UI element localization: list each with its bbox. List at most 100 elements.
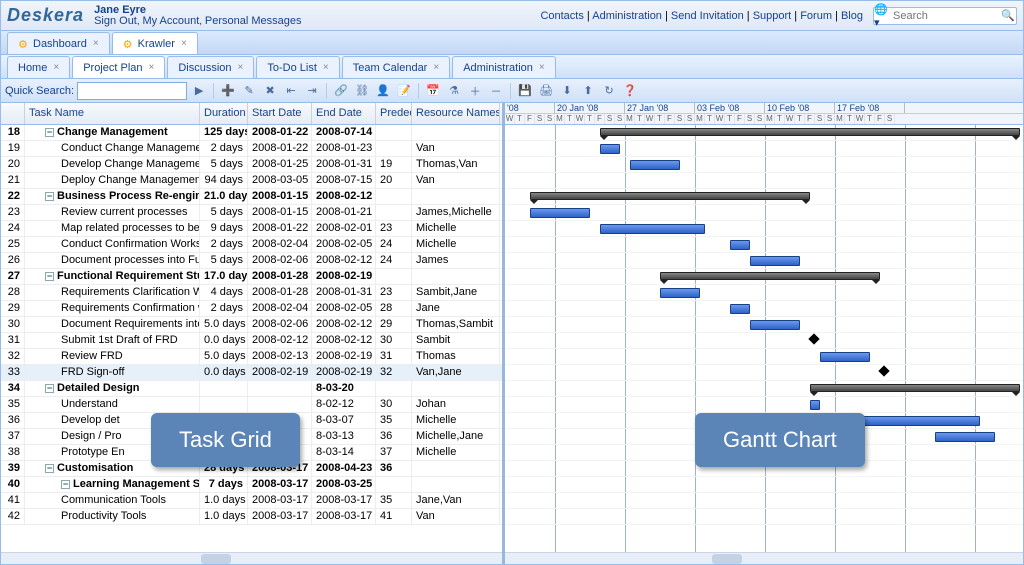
table-row[interactable]: 29Requirements Confirmation work2 days20… (1, 301, 502, 317)
print-icon[interactable]: 🖨 (537, 82, 555, 100)
gantt-row[interactable] (505, 509, 1023, 525)
summary-bar[interactable] (530, 192, 810, 200)
search-input[interactable] (890, 9, 1000, 23)
task-bar[interactable] (730, 304, 750, 314)
table-row[interactable]: 22−Business Process Re-engineering21.0 d… (1, 189, 502, 205)
signout-link[interactable]: Sign Out (94, 15, 137, 27)
table-row[interactable]: 28Requirements Clarification Works4 days… (1, 285, 502, 301)
toplink-contacts[interactable]: Contacts (540, 10, 583, 22)
table-row[interactable]: 40−Learning Management System7 days2008-… (1, 477, 502, 493)
note-icon[interactable]: 📝 (395, 82, 413, 100)
toplink-administration[interactable]: Administration (592, 10, 662, 22)
table-row[interactable]: 21Deploy Change Management Act94 days200… (1, 173, 502, 189)
task-bar[interactable] (660, 288, 700, 298)
task-bar[interactable] (600, 224, 705, 234)
search-icon[interactable]: 🔍 (1000, 8, 1016, 24)
subtab-to-do-list[interactable]: To-Do List× (256, 56, 339, 78)
gantt-row[interactable] (505, 477, 1023, 493)
task-bar[interactable] (600, 144, 620, 154)
messages-link[interactable]: Personal Messages (205, 15, 302, 27)
gantt-row[interactable] (505, 189, 1023, 205)
zoom-out-icon[interactable]: － (487, 82, 505, 100)
gantt-row[interactable] (505, 285, 1023, 301)
gantt-row[interactable] (505, 221, 1023, 237)
close-icon[interactable]: × (433, 62, 439, 73)
gantt-row[interactable] (505, 173, 1023, 189)
unlink-icon[interactable]: ⛓ (353, 82, 371, 100)
gantt-row[interactable] (505, 253, 1023, 269)
close-icon[interactable]: × (93, 38, 99, 49)
subtab-team-calendar[interactable]: Team Calendar× (342, 56, 450, 78)
grid-body[interactable]: 18−Change Management125 days2008-01-2220… (1, 125, 502, 552)
calendar-icon[interactable]: 📅 (424, 82, 442, 100)
gantt-row[interactable] (505, 493, 1023, 509)
col-duration[interactable]: Duration (200, 103, 248, 124)
table-row[interactable]: 31Submit 1st Draft of FRD0.0 days2008-02… (1, 333, 502, 349)
toplink-send-invitation[interactable]: Send Invitation (671, 10, 744, 22)
myaccount-link[interactable]: My Account (142, 15, 199, 27)
task-bar[interactable] (630, 160, 680, 170)
gantt-row[interactable] (505, 397, 1023, 413)
gantt-row[interactable] (505, 349, 1023, 365)
gantt-h-scrollbar[interactable] (505, 552, 1023, 564)
gantt-row[interactable] (505, 125, 1023, 141)
table-row[interactable]: 25Conduct Confirmation Workshop2 days200… (1, 237, 502, 253)
gantt-row[interactable] (505, 141, 1023, 157)
search-go-icon[interactable]: ▶ (190, 82, 208, 100)
col-task[interactable]: Task Name (25, 103, 200, 124)
table-row[interactable]: 27−Functional Requirement Study17.0 days… (1, 269, 502, 285)
subtab-administration[interactable]: Administration× (452, 56, 556, 78)
subtab-discussion[interactable]: Discussion× (167, 56, 254, 78)
close-icon[interactable]: × (53, 62, 59, 73)
task-bar[interactable] (810, 400, 820, 410)
zoom-in-icon[interactable]: ＋ (466, 82, 484, 100)
summary-bar[interactable] (810, 384, 1020, 392)
import-icon[interactable]: ⬆ (579, 82, 597, 100)
delete-icon[interactable]: ✖ (261, 82, 279, 100)
edit-icon[interactable]: ✎ (240, 82, 258, 100)
tab-krawler[interactable]: Krawler× (112, 32, 198, 54)
close-icon[interactable]: × (323, 62, 329, 73)
export-icon[interactable]: ⬇ (558, 82, 576, 100)
task-bar[interactable] (730, 240, 750, 250)
subtab-project-plan[interactable]: Project Plan× (72, 56, 165, 78)
table-row[interactable]: 20Develop Change Management Plan5 days20… (1, 157, 502, 173)
table-row[interactable]: 26Document processes into Funct5 days200… (1, 253, 502, 269)
grid-h-scrollbar[interactable] (1, 552, 502, 564)
gantt-row[interactable] (505, 157, 1023, 173)
gantt-row[interactable] (505, 269, 1023, 285)
gantt-row[interactable] (505, 237, 1023, 253)
table-row[interactable]: 34−Detailed Design8-03-20 (1, 381, 502, 397)
link-icon[interactable]: 🔗 (332, 82, 350, 100)
indent-right-icon[interactable]: ⇥ (303, 82, 321, 100)
quicksearch-input[interactable] (77, 82, 187, 100)
expand-icon[interactable]: − (45, 128, 54, 137)
close-icon[interactable]: × (238, 62, 244, 73)
summary-bar[interactable] (600, 128, 1020, 136)
task-bar[interactable] (750, 320, 800, 330)
col-resources[interactable]: Resource Names (412, 103, 500, 124)
gantt-row[interactable] (505, 301, 1023, 317)
toplink-blog[interactable]: Blog (841, 10, 863, 22)
toplink-support[interactable]: Support (753, 10, 792, 22)
expand-icon[interactable]: − (45, 272, 54, 281)
task-bar[interactable] (935, 432, 995, 442)
close-icon[interactable]: × (181, 38, 187, 49)
col-pred[interactable]: Predecessors (376, 103, 412, 124)
new-task-icon[interactable]: ➕ (219, 82, 237, 100)
gantt-row[interactable] (505, 205, 1023, 221)
col-num[interactable] (1, 103, 25, 124)
indent-left-icon[interactable]: ⇤ (282, 82, 300, 100)
expand-icon[interactable]: − (45, 384, 54, 393)
table-row[interactable]: 23Review current processes5 days2008-01-… (1, 205, 502, 221)
close-icon[interactable]: × (539, 62, 545, 73)
task-bar[interactable] (750, 256, 800, 266)
tab-dashboard[interactable]: Dashboard× (7, 32, 110, 54)
expand-icon[interactable]: − (61, 480, 70, 489)
gantt-row[interactable] (505, 365, 1023, 381)
gantt-row[interactable] (505, 381, 1023, 397)
subtab-home[interactable]: Home× (7, 56, 70, 78)
task-bar[interactable] (530, 208, 590, 218)
table-row[interactable]: 35Understand8-02-1230Johan (1, 397, 502, 413)
milestone-icon[interactable] (808, 333, 819, 344)
